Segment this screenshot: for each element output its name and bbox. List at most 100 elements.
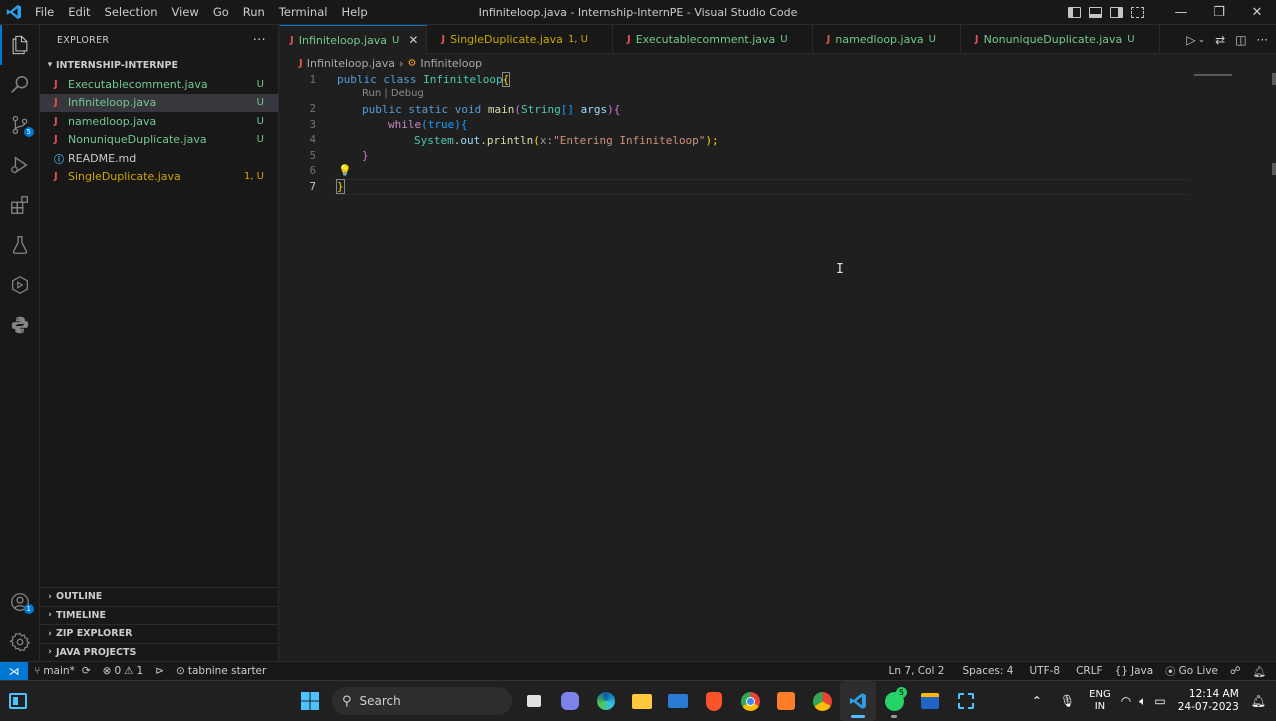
toggle-secondary-sidebar-icon[interactable] [1110, 7, 1123, 18]
breadcrumb-symbol[interactable]: Infiniteloop [420, 57, 482, 70]
notifications-bell-icon[interactable]: 🔔︎ [1247, 665, 1276, 678]
scroll-indicator[interactable] [1272, 73, 1276, 85]
tabnine-indicator[interactable]: ⊙ tabnine starter [170, 665, 272, 677]
wifi-icon[interactable]: ◠ [1117, 694, 1135, 708]
sublime-text-icon[interactable] [768, 681, 804, 721]
menu-file[interactable]: File [28, 5, 61, 19]
vscode-taskbar-icon[interactable] [840, 681, 876, 721]
toggle-primary-sidebar-icon[interactable] [1068, 7, 1081, 18]
edge-browser-icon[interactable] [588, 681, 624, 721]
teams-chat-icon[interactable] [552, 681, 588, 721]
restore-icon[interactable]: ❐ [1200, 5, 1238, 20]
lightbulb-icon[interactable]: 💡 [338, 164, 352, 177]
show-hidden-icons-chevron-icon[interactable]: ⌃ [1022, 694, 1052, 708]
file-item-infiniteloop[interactable]: J Infiniteloop.java U [40, 93, 278, 112]
windows-start-icon[interactable] [292, 681, 328, 721]
section-label: TIMELINE [56, 609, 106, 621]
customize-layout-icon[interactable] [1131, 7, 1144, 18]
language-mode[interactable]: {} Java [1109, 665, 1160, 677]
indentation[interactable]: Spaces: 4 [956, 665, 1019, 677]
menu-view[interactable]: View [165, 5, 206, 19]
minimize-icon[interactable]: — [1162, 5, 1200, 20]
run-debug-codelens[interactable]: Run | Debug [362, 88, 424, 99]
breadcrumb-file[interactable]: Infiniteloop.java [307, 57, 395, 70]
problems-indicator[interactable]: ⊗ 0 ⚠ 1 [97, 665, 150, 677]
sync-icon[interactable]: ⟳ [82, 665, 91, 677]
task-view-icon[interactable] [516, 681, 552, 721]
file-item-readme[interactable]: ⓘ README.md [40, 149, 278, 168]
editor-more-actions-icon[interactable]: ··· [1257, 33, 1268, 47]
file-item-namedloop[interactable]: J namedloop.java U [40, 112, 278, 131]
python-icon[interactable] [0, 305, 40, 345]
widgets-icon[interactable] [0, 692, 36, 709]
debug-run-icon[interactable]: ⊳ [149, 665, 170, 677]
manage-gear-icon[interactable] [0, 622, 40, 662]
menu-edit[interactable]: Edit [61, 5, 97, 19]
tab-namedloop[interactable]: J namedloop.java U [813, 25, 961, 54]
testing-icon[interactable] [0, 225, 40, 265]
accounts-icon[interactable]: 1 [0, 582, 40, 622]
split-editor-icon[interactable]: ◫ [1235, 33, 1246, 47]
extensions-icon[interactable] [0, 185, 40, 225]
tab-singleduplicate[interactable]: J SingleDuplicate.java 1, U [427, 25, 613, 54]
file-item-nonuniqueduplicate[interactable]: J NonuniqueDuplicate.java U [40, 131, 278, 150]
run-play-icon[interactable]: ▷ [1186, 33, 1195, 47]
clock[interactable]: 12:14 AM 24-07-2023 [1170, 688, 1247, 714]
microphone-icon[interactable]: 🎙︎ [1052, 694, 1083, 708]
menu-help[interactable]: Help [334, 5, 374, 19]
mail-icon[interactable] [660, 681, 696, 721]
go-live-label: Go Live [1178, 665, 1219, 677]
compare-changes-icon[interactable]: ⇄ [1215, 33, 1225, 47]
feedback-icon[interactable]: ☍ [1224, 665, 1247, 677]
volume-icon[interactable]: 🔈︎ [1135, 694, 1150, 709]
branch-indicator[interactable]: ⑂ main* ⟳ [28, 665, 97, 677]
encoding[interactable]: UTF-8 [1023, 665, 1066, 677]
tab-infiniteloop[interactable]: J Infiniteloop.java U ✕ [280, 25, 428, 54]
section-zip-explorer[interactable]: › ZIP EXPLORER [40, 624, 279, 643]
menu-go[interactable]: Go [206, 5, 236, 19]
search-icon[interactable] [0, 65, 40, 105]
file-item-executablecomment[interactable]: J Executablecomment.java U [40, 75, 278, 94]
source-control-icon[interactable]: 5 [0, 105, 40, 145]
whatsapp-icon[interactable]: 5 [876, 681, 912, 721]
remote-indicator-icon[interactable]: ⋊ [0, 661, 28, 681]
chrome-profile-icon[interactable] [804, 681, 840, 721]
run-debug-icon[interactable] [0, 145, 40, 185]
broadcast-icon: ⦿ [1165, 665, 1176, 678]
menu-terminal[interactable]: Terminal [272, 5, 335, 19]
language-indicator[interactable]: ENG IN [1083, 689, 1117, 713]
tab-nonuniqueduplicate[interactable]: J NonuniqueDuplicate.java U [961, 25, 1160, 54]
section-outline[interactable]: › OUTLINE [40, 587, 279, 606]
tab-executablecomment[interactable]: J Executablecomment.java U [613, 25, 813, 54]
battery-icon[interactable]: ▭ [1150, 694, 1169, 708]
close-tab-icon[interactable]: ✕ [408, 33, 418, 47]
explorer-icon[interactable] [0, 25, 40, 65]
close-window-icon[interactable]: ✕ [1238, 5, 1276, 20]
microsoft-store-icon[interactable] [912, 681, 948, 721]
cursor-position[interactable]: Ln 7, Col 2 [883, 665, 951, 677]
notification-center-icon[interactable]: 🔔︎ [1247, 694, 1276, 708]
clock-date: 24-07-2023 [1177, 701, 1239, 713]
explorer-more-actions-icon[interactable]: ··· [253, 33, 266, 48]
taskbar-search[interactable]: ⚲ Search [332, 687, 512, 715]
code-editor[interactable]: 1 public class Infiniteloop{ Run | Debug… [280, 72, 1276, 195]
section-timeline[interactable]: › TIMELINE [40, 605, 279, 625]
file-item-singleduplicate[interactable]: J SingleDuplicate.java 1, U [40, 168, 278, 187]
run-dropdown-icon[interactable]: ⌄ [1198, 35, 1206, 45]
menu-run[interactable]: Run [236, 5, 272, 19]
remote-explorer-icon[interactable] [0, 265, 40, 305]
go-live-button[interactable]: ⦿ Go Live [1159, 664, 1224, 679]
file-name: NonuniqueDuplicate.java [68, 133, 207, 147]
toggle-panel-icon[interactable] [1089, 7, 1102, 18]
workspace-folder[interactable]: ▾ INTERNSHIP-INTERNPE [40, 55, 278, 75]
code-text: public static void main(String[] args){ [362, 102, 621, 116]
line-ending[interactable]: CRLF [1070, 665, 1109, 677]
snipping-tool-icon[interactable] [948, 681, 984, 721]
current-line-highlight [332, 179, 1190, 195]
section-java-projects[interactable]: › JAVA PROJECTS [40, 642, 279, 662]
chrome-icon[interactable] [732, 681, 768, 721]
minimap[interactable] [1194, 74, 1232, 76]
menu-selection[interactable]: Selection [98, 5, 165, 19]
brave-browser-icon[interactable] [696, 681, 732, 721]
file-explorer-icon[interactable] [624, 681, 660, 721]
